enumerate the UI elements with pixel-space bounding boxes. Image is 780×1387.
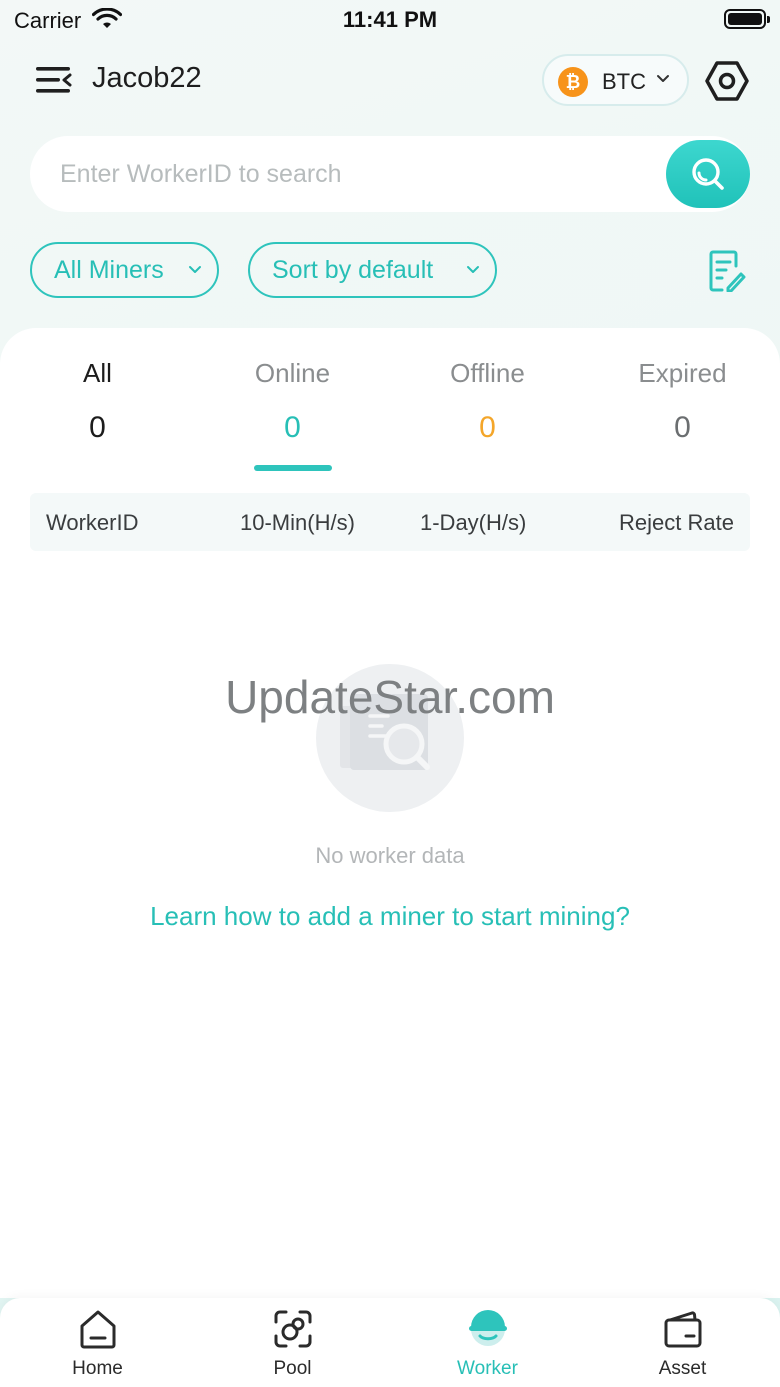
status-bar: Carrier 11:41 PM <box>0 0 780 40</box>
active-tab-indicator <box>254 465 332 471</box>
battery-icon <box>724 9 770 29</box>
worker-icon <box>468 1310 507 1346</box>
table-header: WorkerID 10-Min(H/s) 1-Day(H/s) Reject R… <box>30 493 750 551</box>
status-time: 11:41 PM <box>342 7 438 32</box>
nav-label: Worker <box>457 1358 518 1379</box>
learn-add-miner-link[interactable]: Learn how to add a miner to start mining… <box>0 901 780 932</box>
nav-label: Asset <box>658 1358 707 1379</box>
tab-all[interactable]: All 0 <box>0 358 195 445</box>
home-icon <box>80 1310 115 1349</box>
miners-filter-label: All Miners <box>54 256 164 284</box>
tab-label: All <box>83 358 112 388</box>
nav-worker[interactable]: Worker <box>390 1308 585 1380</box>
tab-count: 0 <box>284 411 301 444</box>
tab-label: Online <box>254 358 331 388</box>
wallet-icon <box>664 1311 701 1348</box>
menu-icon[interactable] <box>34 63 72 97</box>
tab-count: 0 <box>674 411 691 444</box>
empty-state-message: No worker data <box>315 843 465 868</box>
tab-count: 0 <box>479 411 496 444</box>
nav-asset[interactable]: Asset <box>585 1308 780 1380</box>
tab-online[interactable]: Online 0 <box>195 358 390 445</box>
chevron-down-icon <box>189 266 201 273</box>
username: Jacob22 <box>92 62 202 94</box>
bitcoin-icon: ₿ <box>558 67 588 97</box>
coin-label: BTC <box>602 69 646 94</box>
nav-label: Pool <box>273 1358 312 1379</box>
search-bar <box>30 136 750 212</box>
column-header-reject-rate[interactable]: Reject Rate <box>619 510 734 536</box>
bottom-navigation: Home Pool Worker Asset <box>0 1298 780 1387</box>
watermark-text: UpdateStar.com <box>225 671 555 723</box>
worker-card: All 0 Online 0 Offline 0 Expired 0 Worke… <box>0 328 780 1298</box>
column-header-10min[interactable]: 10-Min(H/s) <box>240 510 355 536</box>
search-input[interactable] <box>60 136 660 212</box>
tab-count: 0 <box>89 411 106 444</box>
chevron-down-icon <box>467 266 479 273</box>
search-icon <box>692 158 724 190</box>
search-button[interactable] <box>666 140 750 208</box>
tab-label: Offline <box>450 358 525 388</box>
nav-label: Home <box>72 1358 123 1379</box>
settings-icon[interactable] <box>705 60 749 102</box>
sort-dropdown[interactable]: Sort by default <box>248 242 497 298</box>
nav-pool[interactable]: Pool <box>195 1308 390 1380</box>
edit-list-icon[interactable] <box>708 250 746 292</box>
miners-filter-dropdown[interactable]: All Miners <box>30 242 219 298</box>
tab-expired[interactable]: Expired 0 <box>585 358 780 445</box>
tab-label: Expired <box>638 358 727 388</box>
sort-label: Sort by default <box>272 256 434 284</box>
chevron-down-icon <box>657 75 669 82</box>
nav-home[interactable]: Home <box>0 1308 195 1380</box>
column-header-1day[interactable]: 1-Day(H/s) <box>420 510 526 536</box>
column-header-workerid[interactable]: WorkerID <box>46 510 139 536</box>
coin-selector[interactable]: ₿ BTC <box>542 54 689 106</box>
pool-icon <box>274 1310 311 1348</box>
tab-offline[interactable]: Offline 0 <box>390 358 585 445</box>
